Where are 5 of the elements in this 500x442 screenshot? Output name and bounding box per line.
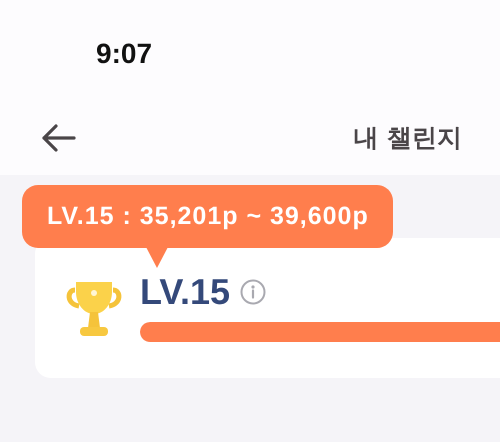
back-arrow-icon[interactable] (40, 122, 76, 152)
page-title: 내 챌린지 (353, 122, 462, 154)
level-label: LV.15 (140, 271, 230, 313)
status-time: 9:07 (96, 38, 152, 70)
tooltip-pointer (146, 247, 168, 268)
